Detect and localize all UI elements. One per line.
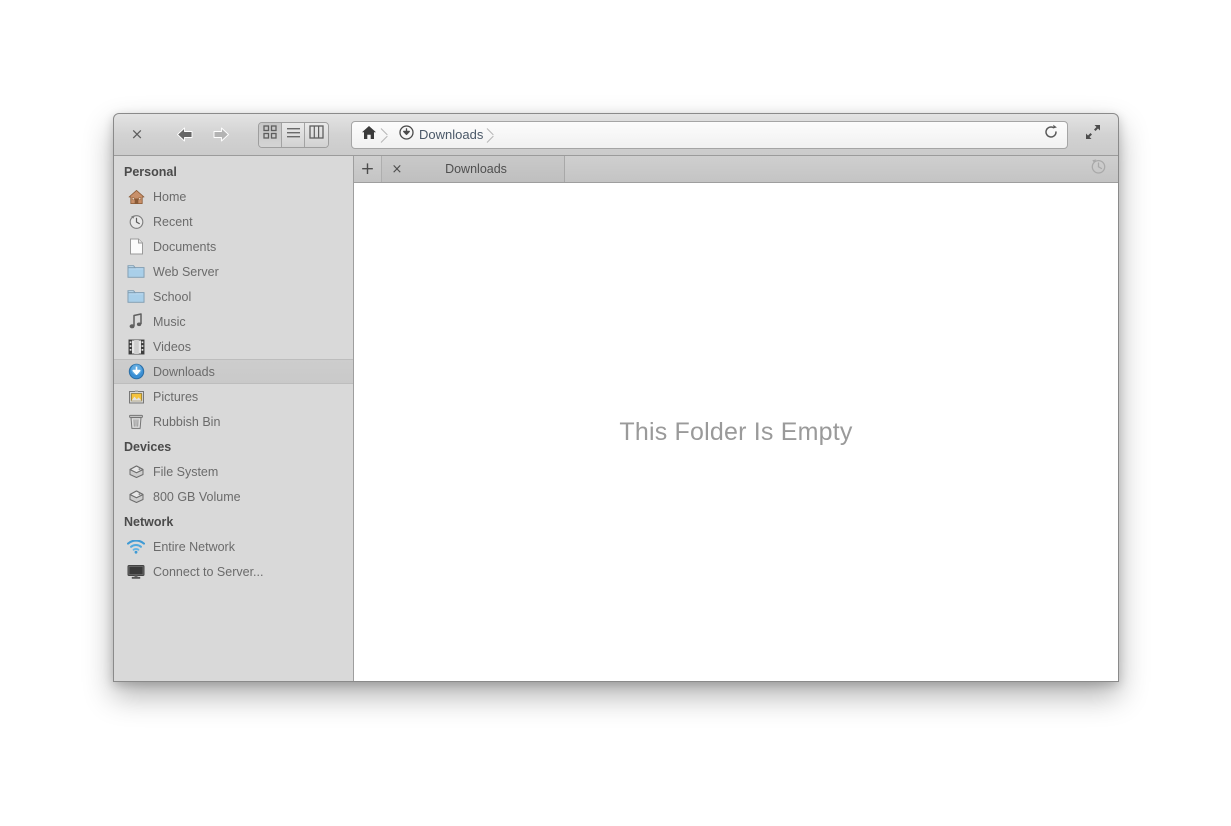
navigation-arrows xyxy=(170,121,236,149)
list-icon xyxy=(286,126,301,144)
back-button[interactable] xyxy=(170,121,200,149)
sidebar-item-label: File System xyxy=(153,464,219,479)
content-pane: + × Downloads This Folder Is Empty xyxy=(354,156,1118,681)
icon-view-button[interactable] xyxy=(259,122,282,147)
sidebar-item-pictures[interactable]: Pictures xyxy=(114,384,353,409)
sidebar: Personal Home Recent Documents Web Serve… xyxy=(114,156,354,681)
music-note-icon xyxy=(127,313,145,331)
sidebar-item-entire-network[interactable]: Entire Network xyxy=(114,534,353,559)
sidebar-item-label: Documents xyxy=(153,239,217,254)
breadcrumb-downloads[interactable]: Downloads xyxy=(392,122,485,148)
tab-bar-spacer xyxy=(565,156,1078,182)
toolbar: × Downloads xyxy=(114,114,1118,156)
sidebar-group-personal: Personal xyxy=(124,165,177,179)
sidebar-item-label: Downloads xyxy=(153,364,215,379)
tab-bar: + × Downloads xyxy=(354,156,1118,183)
columns-icon xyxy=(309,125,324,144)
sidebar-item-label: Web Server xyxy=(153,264,219,279)
downloads-circle-icon xyxy=(127,363,145,381)
new-tab-button[interactable]: + xyxy=(354,156,382,182)
sidebar-item-music[interactable]: Music xyxy=(114,309,353,334)
sidebar-item-label: Recent xyxy=(153,214,193,229)
tab-close-icon[interactable]: × xyxy=(382,162,412,177)
recent-clock-icon xyxy=(127,213,145,231)
sidebar-item-videos[interactable]: Videos xyxy=(114,334,353,359)
sidebar-item-label: Entire Network xyxy=(153,539,235,554)
reload-icon xyxy=(1043,124,1059,145)
sidebar-item-label: Videos xyxy=(153,339,191,354)
close-window-button[interactable]: × xyxy=(122,121,152,149)
history-button[interactable] xyxy=(1078,156,1118,182)
sidebar-item-800gb-volume[interactable]: 800 GB Volume xyxy=(114,484,353,509)
downloads-circle-icon xyxy=(399,124,414,145)
sidebar-item-label: Home xyxy=(153,189,187,204)
sidebar-item-home[interactable]: Home xyxy=(114,184,353,209)
picture-frame-icon xyxy=(127,388,145,406)
tab-title: Downloads xyxy=(445,162,507,176)
sidebar-item-label: 800 GB Volume xyxy=(153,489,241,504)
back-arrow-icon xyxy=(175,126,195,143)
wifi-icon xyxy=(127,538,145,556)
view-mode-group xyxy=(258,121,329,148)
sidebar-group-devices: Devices xyxy=(124,440,172,454)
file-listing-area[interactable]: This Folder Is Empty xyxy=(354,183,1118,681)
home-icon xyxy=(361,125,377,145)
document-page-icon xyxy=(127,238,145,256)
sidebar-item-downloads[interactable]: Downloads xyxy=(114,359,353,384)
breadcrumb-home[interactable] xyxy=(354,122,379,148)
folder-icon xyxy=(127,263,145,281)
list-view-button[interactable] xyxy=(282,122,305,147)
breadcrumb-downloads-label: Downloads xyxy=(419,127,484,142)
sidebar-item-file-system[interactable]: File System xyxy=(114,459,353,484)
sidebar-group-network: Network xyxy=(124,515,174,529)
sidebar-item-school[interactable]: School xyxy=(114,284,353,309)
folder-icon xyxy=(127,288,145,306)
forward-arrow-icon xyxy=(211,126,231,143)
file-manager-window: × Downloads Personal Home Recent Documen… xyxy=(113,113,1119,682)
maximize-icon xyxy=(1084,123,1102,146)
film-strip-icon xyxy=(127,338,145,356)
grid-icon xyxy=(263,125,277,144)
sidebar-item-web-server[interactable]: Web Server xyxy=(114,259,353,284)
window-body: Personal Home Recent Documents Web Serve… xyxy=(114,156,1118,681)
sidebar-item-label: Pictures xyxy=(153,389,199,404)
tab-downloads[interactable]: × Downloads xyxy=(382,156,565,182)
hard-drive-icon xyxy=(127,463,145,481)
breadcrumb-pathbar[interactable]: Downloads xyxy=(351,120,1068,149)
sidebar-item-rubbish-bin[interactable]: Rubbish Bin xyxy=(114,409,353,434)
sidebar-item-documents[interactable]: Documents xyxy=(114,234,353,259)
history-clock-icon xyxy=(1090,158,1107,180)
reload-button[interactable] xyxy=(1039,123,1063,147)
monitor-icon xyxy=(127,563,145,581)
sidebar-item-label: School xyxy=(153,289,192,304)
breadcrumb-separator xyxy=(379,122,392,148)
close-icon: × xyxy=(130,125,144,143)
sidebar-item-label: Rubbish Bin xyxy=(153,414,221,429)
sidebar-item-recent[interactable]: Recent xyxy=(114,209,353,234)
breadcrumb-separator-end xyxy=(485,122,498,148)
home-house-icon xyxy=(127,188,145,206)
maximize-button[interactable] xyxy=(1078,121,1108,149)
sidebar-item-label: Music xyxy=(153,314,186,329)
empty-folder-message: This Folder Is Empty xyxy=(619,417,853,446)
column-view-button[interactable] xyxy=(305,122,328,147)
hard-drive-icon xyxy=(127,488,145,506)
sidebar-item-connect-to-server[interactable]: Connect to Server... xyxy=(114,559,353,584)
trash-bin-icon xyxy=(127,413,145,431)
forward-button[interactable] xyxy=(206,121,236,149)
sidebar-item-label: Connect to Server... xyxy=(153,564,264,579)
